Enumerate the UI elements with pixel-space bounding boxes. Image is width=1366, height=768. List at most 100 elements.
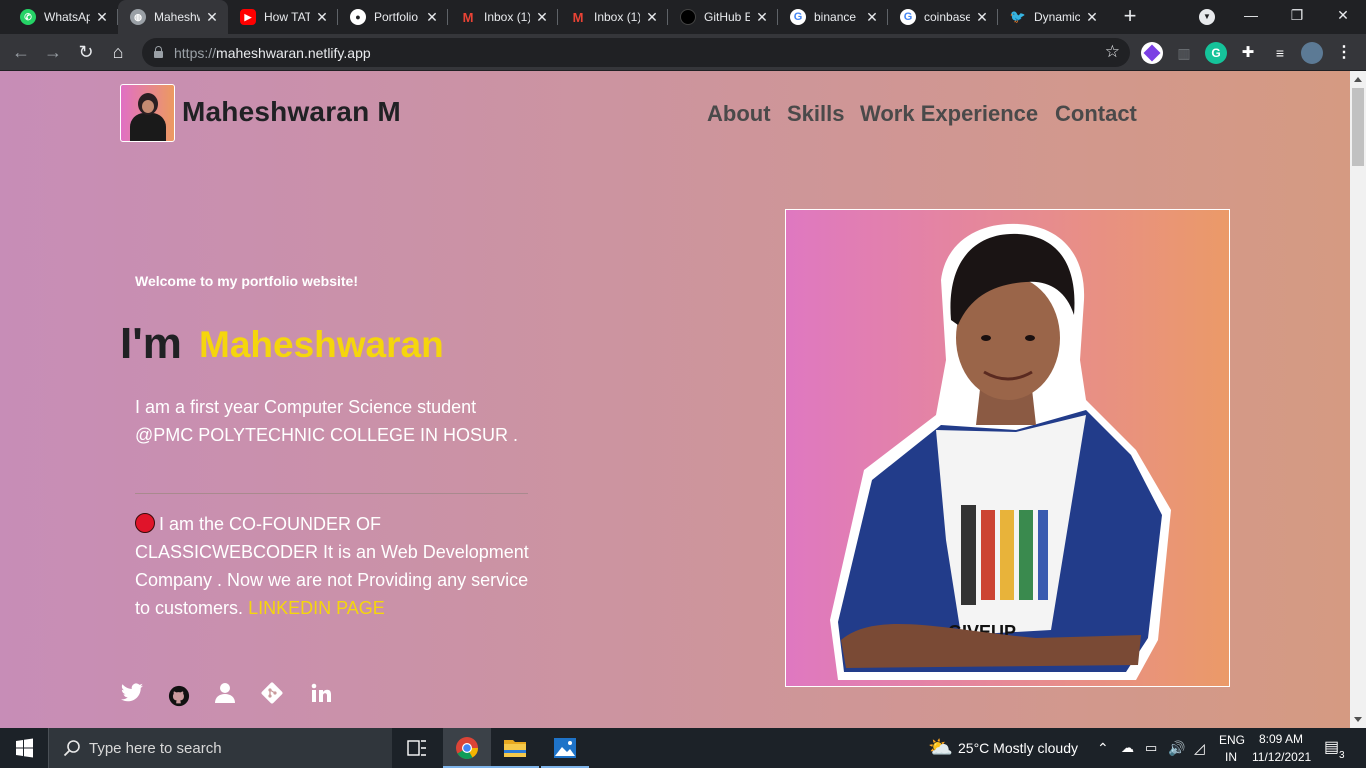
start-button[interactable] bbox=[0, 728, 48, 768]
restore-button[interactable]: ❐ bbox=[1274, 0, 1320, 32]
file-explorer-taskbar-button[interactable] bbox=[491, 728, 539, 768]
nav-about[interactable]: About bbox=[707, 101, 771, 127]
tab-portfolio[interactable]: ● Portfolio ✕ bbox=[338, 0, 448, 34]
tab-title: Inbox (1) bbox=[484, 10, 530, 24]
photos-icon bbox=[554, 738, 576, 758]
new-tab-button[interactable]: + bbox=[1118, 5, 1142, 29]
logo-figure bbox=[130, 113, 166, 141]
network-status-icon[interactable]: ☁ bbox=[1121, 728, 1134, 768]
globe-icon: ◍ bbox=[130, 9, 146, 25]
home-button[interactable]: ⌂ bbox=[106, 40, 130, 64]
task-view-button[interactable] bbox=[393, 728, 441, 768]
taskbar-search[interactable]: Type here to search bbox=[48, 728, 392, 768]
url-text[interactable]: https://maheshwaran.netlify.app bbox=[174, 45, 371, 61]
cofounder-paragraph: I am the CO-FOUNDER OF CLASSICWEBCODER I… bbox=[135, 510, 535, 622]
close-icon[interactable]: ✕ bbox=[314, 9, 330, 25]
tab-github-e[interactable]: GitHub E ✕ bbox=[668, 0, 778, 34]
google-icon: G bbox=[900, 9, 916, 25]
scroll-down-arrow[interactable] bbox=[1354, 717, 1362, 722]
tab-how-tata[interactable]: ▶ How TATA ✕ bbox=[228, 0, 338, 34]
tab-search-icon[interactable]: ▼ bbox=[1199, 9, 1215, 25]
github-icon[interactable] bbox=[168, 685, 190, 707]
close-icon[interactable]: ✕ bbox=[94, 9, 110, 25]
close-icon[interactable]: ✕ bbox=[204, 9, 220, 25]
clock-time[interactable]: 8:09 AM bbox=[1259, 732, 1303, 746]
close-icon[interactable]: ✕ bbox=[424, 9, 440, 25]
wifi-icon[interactable]: ◿ bbox=[1194, 728, 1205, 768]
photos-taskbar-button[interactable] bbox=[541, 728, 589, 768]
close-icon[interactable]: ✕ bbox=[864, 9, 880, 25]
scroll-thumb[interactable] bbox=[1352, 88, 1364, 166]
close-icon[interactable]: ✕ bbox=[754, 9, 770, 25]
bookmark-star-icon[interactable]: ☆ bbox=[1105, 42, 1120, 62]
scroll-up-arrow[interactable] bbox=[1354, 77, 1362, 82]
close-icon[interactable]: ✕ bbox=[534, 9, 550, 25]
tab-dynamic[interactable]: 🐦 Dynamic ✕ bbox=[998, 0, 1108, 34]
tab-title: How TATA bbox=[264, 10, 310, 24]
extension-icon[interactable]: ▥ bbox=[1173, 42, 1195, 64]
nav-contact[interactable]: Contact bbox=[1055, 101, 1137, 127]
lock-icon[interactable] bbox=[154, 46, 163, 58]
tab-maheshwaran[interactable]: ◍ Maheshwaran ✕ bbox=[118, 0, 228, 34]
nav-work-experience[interactable]: Work Experience bbox=[860, 101, 1038, 127]
chrome-taskbar-button[interactable] bbox=[443, 728, 491, 768]
battery-icon[interactable]: ▭ bbox=[1145, 728, 1157, 768]
weather-cloud-icon[interactable]: ⛅ bbox=[928, 728, 953, 768]
site-brand[interactable]: Maheshwaran M bbox=[182, 96, 401, 128]
clock-date[interactable]: 11/12/2021 bbox=[1252, 750, 1311, 764]
extension-icon[interactable] bbox=[1141, 42, 1163, 64]
close-icon[interactable]: ✕ bbox=[644, 9, 660, 25]
weather-text[interactable]: 25°C Mostly cloudy bbox=[958, 728, 1078, 768]
tab-inbox-1[interactable]: M Inbox (1) ✕ bbox=[448, 0, 558, 34]
linkedin-page-link[interactable]: LINKEDIN PAGE bbox=[248, 598, 385, 618]
page-scrollbar[interactable] bbox=[1350, 71, 1366, 728]
tab-title: Dynamic bbox=[1034, 10, 1080, 24]
user-icon[interactable] bbox=[213, 681, 237, 705]
notification-icon[interactable]: ▤ bbox=[1324, 728, 1339, 768]
whatsapp-icon: ✆ bbox=[20, 9, 36, 25]
close-icon[interactable]: ✕ bbox=[974, 9, 990, 25]
browser-toolbar: ← → ↻ ⌂ https://maheshwaran.netlify.app … bbox=[0, 34, 1366, 71]
tab-whatsapp[interactable]: ✆ WhatsApp ✕ bbox=[8, 0, 118, 34]
github-icon bbox=[680, 9, 696, 25]
language-region[interactable]: IN bbox=[1225, 750, 1237, 764]
puzzle-icon[interactable]: ✚ bbox=[1237, 42, 1259, 64]
reload-button[interactable]: ↻ bbox=[74, 40, 98, 64]
address-bar[interactable]: https://maheshwaran.netlify.app ☆ bbox=[142, 38, 1130, 67]
media-queue-icon[interactable]: ≡ bbox=[1269, 42, 1291, 64]
site-logo[interactable] bbox=[120, 84, 175, 142]
url-scheme: https:// bbox=[174, 45, 217, 61]
search-placeholder: Type here to search bbox=[89, 740, 222, 757]
grammarly-icon[interactable]: G bbox=[1205, 42, 1227, 64]
twitter-icon[interactable] bbox=[120, 681, 144, 705]
close-icon[interactable]: ✕ bbox=[1084, 9, 1100, 25]
minimize-button[interactable]: — bbox=[1228, 0, 1274, 32]
git-icon[interactable] bbox=[260, 681, 284, 705]
tab-coinbase[interactable]: G coinbase ✕ bbox=[888, 0, 998, 34]
task-view-icon bbox=[407, 740, 426, 756]
close-window-button[interactable]: ✕ bbox=[1320, 0, 1366, 32]
red-circle-icon bbox=[135, 513, 155, 533]
chevron-up-icon[interactable]: ⌃ bbox=[1097, 728, 1109, 768]
profile-photo: GIVEUP bbox=[785, 209, 1230, 687]
profile-avatar[interactable] bbox=[1301, 42, 1323, 64]
volume-icon[interactable]: 🔊 bbox=[1168, 728, 1185, 768]
youtube-icon: ▶ bbox=[240, 9, 256, 25]
forward-button[interactable]: → bbox=[41, 40, 65, 64]
linkedin-icon[interactable] bbox=[309, 681, 333, 705]
back-button[interactable]: ← bbox=[9, 40, 33, 64]
twitter-icon: 🐦 bbox=[1009, 9, 1027, 24]
tab-binance[interactable]: G binance ✕ bbox=[778, 0, 888, 34]
tab-inbox-2[interactable]: M Inbox (1) ✕ bbox=[558, 0, 668, 34]
menu-icon[interactable]: ⋮ bbox=[1333, 42, 1355, 64]
nav-skills[interactable]: Skills bbox=[787, 101, 844, 127]
gmail-icon: M bbox=[462, 9, 474, 25]
tab-title: coinbase bbox=[924, 10, 970, 24]
profile-photo-illustration: GIVEUP bbox=[830, 223, 1171, 680]
tab-title: Portfolio bbox=[374, 10, 419, 24]
gmail-icon: M bbox=[572, 9, 584, 25]
language-code[interactable]: ENG bbox=[1219, 733, 1245, 747]
notification-count: 3 bbox=[1337, 750, 1347, 761]
hero-im: I'm bbox=[120, 319, 182, 368]
windows-logo-icon bbox=[16, 738, 33, 758]
